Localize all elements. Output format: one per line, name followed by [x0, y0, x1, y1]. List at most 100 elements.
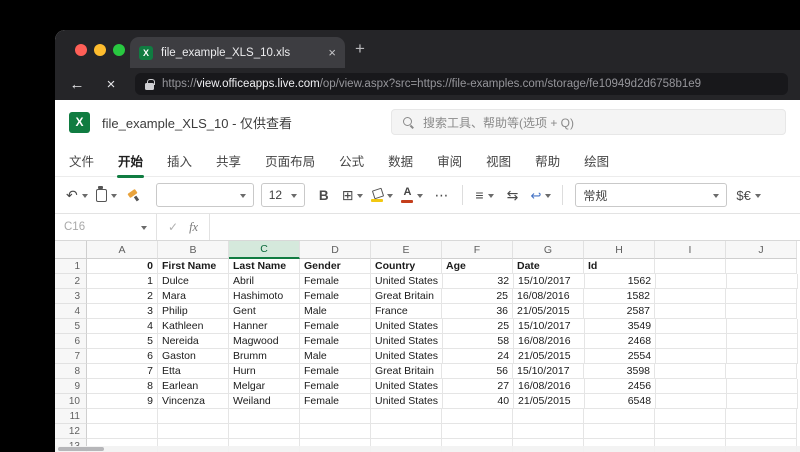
- formula-input[interactable]: [209, 214, 800, 240]
- new-tab-button[interactable]: +: [355, 39, 365, 59]
- cell-A4[interactable]: 3: [87, 304, 158, 319]
- cell-H7[interactable]: 2554: [585, 349, 657, 364]
- cell-D5[interactable]: Female: [300, 319, 371, 334]
- insert-function-icon[interactable]: fx: [189, 220, 198, 235]
- menu-item-8[interactable]: 审阅: [437, 151, 462, 170]
- cell-G4[interactable]: 21/05/2015: [513, 304, 584, 319]
- menu-item-1[interactable]: 文件: [69, 151, 94, 170]
- cell-J3[interactable]: [726, 289, 797, 304]
- tab-close-icon[interactable]: ×: [328, 46, 336, 59]
- cell-A12[interactable]: [87, 424, 158, 439]
- cell-E6[interactable]: United States: [371, 334, 444, 349]
- column-header-B[interactable]: B: [158, 241, 229, 259]
- column-header-G[interactable]: G: [513, 241, 584, 259]
- cell-D11[interactable]: [300, 409, 371, 424]
- cell-A9[interactable]: 8: [87, 379, 158, 394]
- url-bar[interactable]: https://view.officeapps.live.com/op/view…: [135, 73, 788, 95]
- cell-H3[interactable]: 1582: [584, 289, 655, 304]
- column-header-I[interactable]: I: [655, 241, 726, 259]
- cell-G10[interactable]: 21/05/2015: [514, 394, 586, 409]
- cell-D2[interactable]: Female: [300, 274, 371, 289]
- cell-A11[interactable]: [87, 409, 158, 424]
- cell-J10[interactable]: [727, 394, 799, 409]
- cell-E1[interactable]: Country: [371, 259, 442, 274]
- cell-E9[interactable]: United States: [371, 379, 444, 394]
- cell-B12[interactable]: [158, 424, 229, 439]
- font-name-select[interactable]: [155, 183, 254, 207]
- column-header-E[interactable]: E: [371, 241, 442, 259]
- row-header-1[interactable]: 1: [55, 259, 87, 274]
- cell-C9[interactable]: Melgar: [229, 379, 300, 394]
- cell-A7[interactable]: 6: [87, 349, 158, 364]
- menu-item-10[interactable]: 帮助: [535, 151, 560, 170]
- menu-item-4[interactable]: 共享: [216, 151, 241, 170]
- row-header-12[interactable]: 12: [55, 424, 87, 439]
- cell-I9[interactable]: [656, 379, 728, 394]
- column-header-A[interactable]: A: [87, 241, 158, 259]
- cell-D12[interactable]: [300, 424, 371, 439]
- menu-item-3[interactable]: 插入: [167, 151, 192, 170]
- row-header-9[interactable]: 9: [55, 379, 87, 394]
- cell-H10[interactable]: 6548: [585, 394, 657, 409]
- more-options-button[interactable]: ⋯: [428, 182, 454, 208]
- cell-C2[interactable]: Abril: [229, 274, 300, 289]
- cell-I4[interactable]: [655, 304, 726, 319]
- font-color-button[interactable]: A: [398, 182, 426, 208]
- cell-G8[interactable]: 15/10/2017: [513, 364, 584, 379]
- row-header-8[interactable]: 8: [55, 364, 87, 379]
- borders-button[interactable]: ⊞: [339, 182, 367, 208]
- column-header-C[interactable]: C: [229, 241, 300, 259]
- cell-F8[interactable]: 56: [442, 364, 513, 379]
- row-header-6[interactable]: 6: [55, 334, 87, 349]
- row-header-10[interactable]: 10: [55, 394, 87, 409]
- wrap-text-button[interactable]: ↩: [527, 182, 554, 208]
- cell-B5[interactable]: Kathleen: [158, 319, 229, 334]
- back-button[interactable]: ←: [67, 77, 87, 92]
- menu-item-11[interactable]: 绘图: [584, 151, 609, 170]
- cell-B4[interactable]: Philip: [158, 304, 229, 319]
- cell-B11[interactable]: [158, 409, 229, 424]
- cell-F6[interactable]: 58: [443, 334, 515, 349]
- cell-J1[interactable]: [726, 259, 797, 274]
- cell-J2[interactable]: [727, 274, 799, 289]
- cell-D10[interactable]: Female: [300, 394, 371, 409]
- close-window-button[interactable]: [75, 44, 87, 56]
- cell-J11[interactable]: [726, 409, 797, 424]
- cell-H12[interactable]: [584, 424, 655, 439]
- cell-J8[interactable]: [726, 364, 797, 379]
- cell-G3[interactable]: 16/08/2016: [513, 289, 584, 304]
- bold-button[interactable]: B: [311, 182, 337, 208]
- row-header-11[interactable]: 11: [55, 409, 87, 424]
- cell-F1[interactable]: Age: [442, 259, 513, 274]
- cell-E8[interactable]: Great Britain: [371, 364, 442, 379]
- cell-B2[interactable]: Dulce: [158, 274, 229, 289]
- cell-D7[interactable]: Male: [300, 349, 371, 364]
- horizontal-scrollbar-thumb[interactable]: [58, 447, 104, 451]
- cell-H4[interactable]: 2587: [584, 304, 655, 319]
- minimize-window-button[interactable]: [94, 44, 106, 56]
- cell-B7[interactable]: Gaston: [158, 349, 229, 364]
- cell-H6[interactable]: 2468: [585, 334, 657, 349]
- horizontal-scrollbar[interactable]: [55, 446, 800, 452]
- cell-G12[interactable]: [513, 424, 584, 439]
- cell-B6[interactable]: Nereida: [158, 334, 229, 349]
- row-header-5[interactable]: 5: [55, 319, 87, 334]
- cell-B10[interactable]: Vincenza: [158, 394, 229, 409]
- cell-G1[interactable]: Date: [513, 259, 584, 274]
- menu-item-9[interactable]: 视图: [486, 151, 511, 170]
- paste-button[interactable]: [93, 182, 120, 208]
- cell-A6[interactable]: 5: [87, 334, 158, 349]
- cell-C3[interactable]: Hashimoto: [229, 289, 300, 304]
- column-header-H[interactable]: H: [584, 241, 655, 259]
- cell-H1[interactable]: Id: [584, 259, 655, 274]
- alignment-button[interactable]: ≡: [471, 182, 497, 208]
- cell-H5[interactable]: 3549: [585, 319, 657, 334]
- cell-F11[interactable]: [442, 409, 513, 424]
- number-format-select[interactable]: 常规: [575, 183, 728, 207]
- menu-item-7[interactable]: 数据: [388, 151, 413, 170]
- cell-C4[interactable]: Gent: [229, 304, 300, 319]
- cell-F10[interactable]: 40: [443, 394, 515, 409]
- indent-button[interactable]: ⇆: [499, 182, 525, 208]
- cell-J6[interactable]: [727, 334, 799, 349]
- cell-F9[interactable]: 27: [443, 379, 515, 394]
